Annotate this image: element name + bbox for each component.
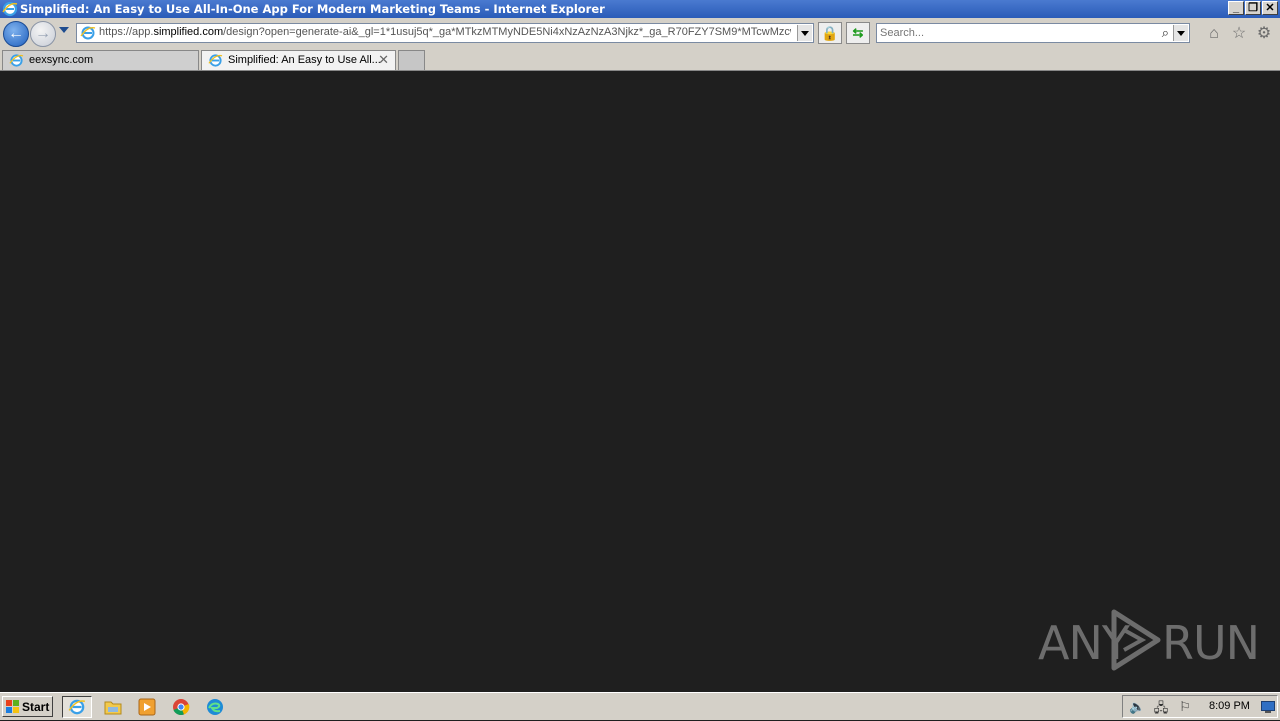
start-button[interactable]: Start bbox=[2, 696, 53, 717]
taskbar-file-explorer[interactable] bbox=[98, 696, 128, 718]
address-dropdown-button[interactable] bbox=[797, 25, 812, 41]
media-player-icon bbox=[138, 698, 156, 716]
new-tab-button[interactable] bbox=[398, 50, 425, 70]
page-content bbox=[0, 71, 1280, 692]
folder-icon bbox=[104, 701, 122, 715]
show-desktop-icon[interactable] bbox=[1261, 701, 1275, 713]
forward-arrow-icon: → bbox=[35, 25, 51, 42]
recent-pages-dropdown-icon[interactable] bbox=[59, 27, 69, 33]
anyrun-watermark: ANY RUN bbox=[1038, 608, 1260, 672]
action-center-flag-icon[interactable]: ⚐ bbox=[1177, 699, 1193, 715]
close-tab-icon[interactable]: ✕ bbox=[378, 52, 389, 68]
tab-simplified[interactable]: Simplified: An Easy to Use All... ✕ bbox=[201, 50, 396, 70]
navigation-bar: ← → https://app.simplified.com/design?op… bbox=[0, 18, 1280, 48]
start-label: Start bbox=[22, 700, 50, 714]
url-host: simplified.com bbox=[153, 26, 224, 38]
forward-button[interactable]: → bbox=[30, 21, 56, 47]
refresh-button[interactable]: ⇆ bbox=[846, 22, 870, 44]
search-icon[interactable]: ⌕ bbox=[1162, 25, 1169, 41]
search-input[interactable] bbox=[880, 26, 1150, 40]
search-dropdown-button[interactable] bbox=[1173, 25, 1188, 41]
system-tray: 🔈 🖧 ⚐ 8:09 PM bbox=[1122, 695, 1278, 718]
title-bar: Simplified: An Easy to Use All-In-One Ap… bbox=[0, 0, 1280, 18]
tab-bar: eexsync.com Simplified: An Easy to Use A… bbox=[0, 48, 1280, 71]
url-path: /design?open=generate-ai&_gl=1*1usuj5q*_… bbox=[223, 26, 791, 38]
close-window-button[interactable]: ✕ bbox=[1262, 1, 1278, 15]
taskbar-edge[interactable] bbox=[200, 696, 230, 718]
minimize-button[interactable]: _ bbox=[1228, 1, 1244, 15]
watermark-run: RUN bbox=[1162, 616, 1260, 670]
tab-eexsync[interactable]: eexsync.com bbox=[2, 50, 199, 70]
window-title: Simplified: An Easy to Use All-In-One Ap… bbox=[20, 2, 605, 16]
internet-explorer-icon bbox=[2, 1, 18, 17]
url-text[interactable]: https://app.simplified.com/design?open=g… bbox=[99, 26, 791, 38]
windows-flag-icon bbox=[6, 700, 19, 713]
taskbar: Start 🔈 🖧 ⚐ 8:09 PM bbox=[0, 692, 1280, 720]
url-scheme: https://app. bbox=[99, 26, 154, 38]
edge-icon bbox=[207, 699, 223, 715]
home-icon[interactable]: ⌂ bbox=[1204, 24, 1224, 44]
search-box[interactable]: ⌕ bbox=[876, 23, 1190, 43]
clock[interactable]: 8:09 PM bbox=[1209, 700, 1250, 712]
security-lock-icon[interactable]: 🔒 bbox=[818, 22, 842, 44]
chrome-icon bbox=[173, 699, 190, 716]
favorites-star-icon[interactable]: ☆ bbox=[1229, 24, 1249, 44]
play-logo-icon bbox=[1111, 609, 1161, 671]
restore-button[interactable]: ❐ bbox=[1245, 1, 1261, 15]
tab-label: Simplified: An Easy to Use All... bbox=[228, 54, 381, 66]
settings-gear-icon[interactable]: ⚙ bbox=[1254, 24, 1274, 44]
taskbar-chrome[interactable] bbox=[166, 696, 196, 718]
taskbar-internet-explorer[interactable] bbox=[62, 696, 92, 718]
network-icon[interactable]: 🖧 bbox=[1153, 699, 1169, 715]
back-arrow-icon: ← bbox=[8, 25, 24, 42]
volume-icon[interactable]: 🔈 bbox=[1129, 699, 1145, 715]
tab-ie-icon bbox=[208, 54, 223, 67]
tab-label: eexsync.com bbox=[29, 54, 94, 66]
page-ie-icon bbox=[80, 26, 96, 40]
tab-ie-icon bbox=[9, 54, 24, 67]
internet-explorer-icon bbox=[68, 699, 86, 715]
address-bar[interactable]: https://app.simplified.com/design?open=g… bbox=[76, 23, 814, 43]
taskbar-media-player[interactable] bbox=[132, 696, 162, 718]
back-button[interactable]: ← bbox=[3, 21, 29, 47]
